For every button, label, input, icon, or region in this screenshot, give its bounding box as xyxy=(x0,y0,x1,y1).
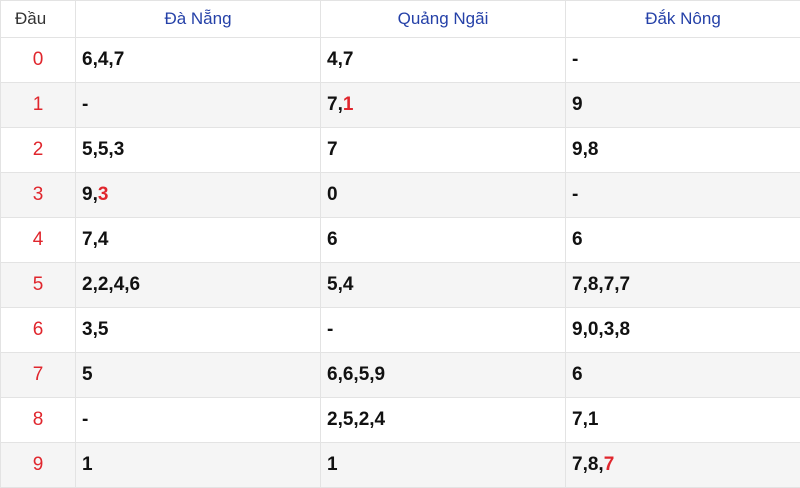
dau-cell: 4 xyxy=(1,218,76,263)
cell-da-nang: 9,3 xyxy=(76,173,321,218)
table-body: 06,4,74,7-1-7,1925,5,379,839,30-47,46652… xyxy=(1,38,800,488)
cell-value: 5 xyxy=(82,364,93,385)
cell-dak-nong: - xyxy=(566,38,800,83)
cell-value: 6,6,5,9 xyxy=(327,364,385,385)
dau-cell: 1 xyxy=(1,83,76,128)
cell-quang-ngai: 7 xyxy=(321,128,566,173)
cell-dak-nong: 7,8,7,7 xyxy=(566,263,800,308)
cell-value-highlight: 7 xyxy=(604,454,615,475)
cell-value: - xyxy=(327,319,333,340)
header-dau: Đầu xyxy=(1,1,76,38)
cell-da-nang: 7,4 xyxy=(76,218,321,263)
table-row: 5 2,2,4,6 5,4 7,8,7,7 xyxy=(1,263,800,308)
cell-quang-ngai: 1 xyxy=(321,443,566,488)
table-row: 4 7,4 6 6 xyxy=(1,218,800,263)
cell-dak-nong: 6 xyxy=(566,218,800,263)
cell-quang-ngai: - xyxy=(321,308,566,353)
table-header: Đầu Đà Nẵng Quảng Ngãi Đắk Nông xyxy=(1,1,800,38)
cell-da-nang: 5,5,3 xyxy=(76,128,321,173)
header-quang-ngai: Quảng Ngãi xyxy=(321,1,566,38)
cell-value: 0 xyxy=(327,184,338,205)
cell-da-nang: 5 xyxy=(76,353,321,398)
cell-value: 7 xyxy=(327,139,338,160)
cell-value: - xyxy=(82,94,88,115)
cell-dak-nong: - xyxy=(566,173,800,218)
cell-value: 7,8, xyxy=(572,454,604,475)
cell-value: - xyxy=(572,49,578,70)
cell-da-nang: 6,4,7 xyxy=(76,38,321,83)
dau-cell: 2 xyxy=(1,128,76,173)
dau-cell: 9 xyxy=(1,443,76,488)
cell-value: 9, xyxy=(82,184,98,205)
cell-quang-ngai: 0 xyxy=(321,173,566,218)
cell-da-nang: - xyxy=(76,398,321,443)
table-row: 9117,8,7 xyxy=(1,443,800,488)
cell-value: 7,8,7,7 xyxy=(572,274,630,295)
cell-quang-ngai: 6,6,5,9 xyxy=(321,353,566,398)
cell-value: 6 xyxy=(572,364,583,385)
cell-dak-nong: 7,8,7 xyxy=(566,443,800,488)
cell-value: 1 xyxy=(327,454,338,475)
cell-dak-nong: 9 xyxy=(566,83,800,128)
cell-value: 7,1 xyxy=(572,409,598,430)
dau-cell: 5 xyxy=(1,263,76,308)
cell-value: 6 xyxy=(572,229,583,250)
cell-value: - xyxy=(82,409,88,430)
loto-table: Đầu Đà Nẵng Quảng Ngãi Đắk Nông 0 6,4,7 4,… xyxy=(0,0,800,488)
dau-cell: 6 xyxy=(1,308,76,353)
cell-da-nang: - xyxy=(76,83,321,128)
cell-dak-nong: 6 xyxy=(566,353,800,398)
cell-value-highlight: 3 xyxy=(98,184,109,205)
cell-value: 6 xyxy=(327,229,338,250)
cell-value: 7,4 xyxy=(82,229,108,250)
cell-quang-ngai: 4,7 xyxy=(321,38,566,83)
table-row: 1-7,19 xyxy=(1,83,800,128)
cell-value: 3,5 xyxy=(82,319,108,340)
table-row: 8- 2,5,2,4 7,1 xyxy=(1,398,800,443)
dau-cell: 7 xyxy=(1,353,76,398)
header-row: Đầu Đà Nẵng Quảng Ngãi Đắk Nông xyxy=(1,1,800,38)
cell-value: 2,2,4,6 xyxy=(82,274,140,295)
cell-dak-nong: 9,8 xyxy=(566,128,800,173)
cell-da-nang: 1 xyxy=(76,443,321,488)
cell-da-nang: 2,2,4,6 xyxy=(76,263,321,308)
cell-quang-ngai: 5,4 xyxy=(321,263,566,308)
table-row: 0 6,4,7 4,7 - xyxy=(1,38,800,83)
cell-value: 7, xyxy=(327,94,343,115)
cell-value: 9,8 xyxy=(572,139,598,160)
cell-quang-ngai: 2,5,2,4 xyxy=(321,398,566,443)
cell-value: 1 xyxy=(82,454,93,475)
table-row: 2 5,5,3 7 9,8 xyxy=(1,128,800,173)
table-row: 6 3,5 - 9,0,3,8 xyxy=(1,308,800,353)
cell-quang-ngai: 6 xyxy=(321,218,566,263)
cell-value-highlight: 1 xyxy=(343,94,354,115)
dau-cell: 3 xyxy=(1,173,76,218)
cell-value: 5,4 xyxy=(327,274,353,295)
table-row: 39,30- xyxy=(1,173,800,218)
cell-dak-nong: 7,1 xyxy=(566,398,800,443)
cell-value: 2,5,2,4 xyxy=(327,409,385,430)
cell-dak-nong: 9,0,3,8 xyxy=(566,308,800,353)
header-dak-nong: Đắk Nông xyxy=(566,1,800,38)
cell-value: 6,4,7 xyxy=(82,49,124,70)
cell-da-nang: 3,5 xyxy=(76,308,321,353)
cell-value: - xyxy=(572,184,578,205)
cell-value: 5,5,3 xyxy=(82,139,124,160)
cell-value: 4,7 xyxy=(327,49,353,70)
cell-value: 9,0,3,8 xyxy=(572,319,630,340)
cell-quang-ngai: 7,1 xyxy=(321,83,566,128)
header-da-nang: Đà Nẵng xyxy=(76,1,321,38)
cell-value: 9 xyxy=(572,94,583,115)
table-row: 75 6,6,5,9 6 xyxy=(1,353,800,398)
dau-cell: 8 xyxy=(1,398,76,443)
dau-cell: 0 xyxy=(1,38,76,83)
